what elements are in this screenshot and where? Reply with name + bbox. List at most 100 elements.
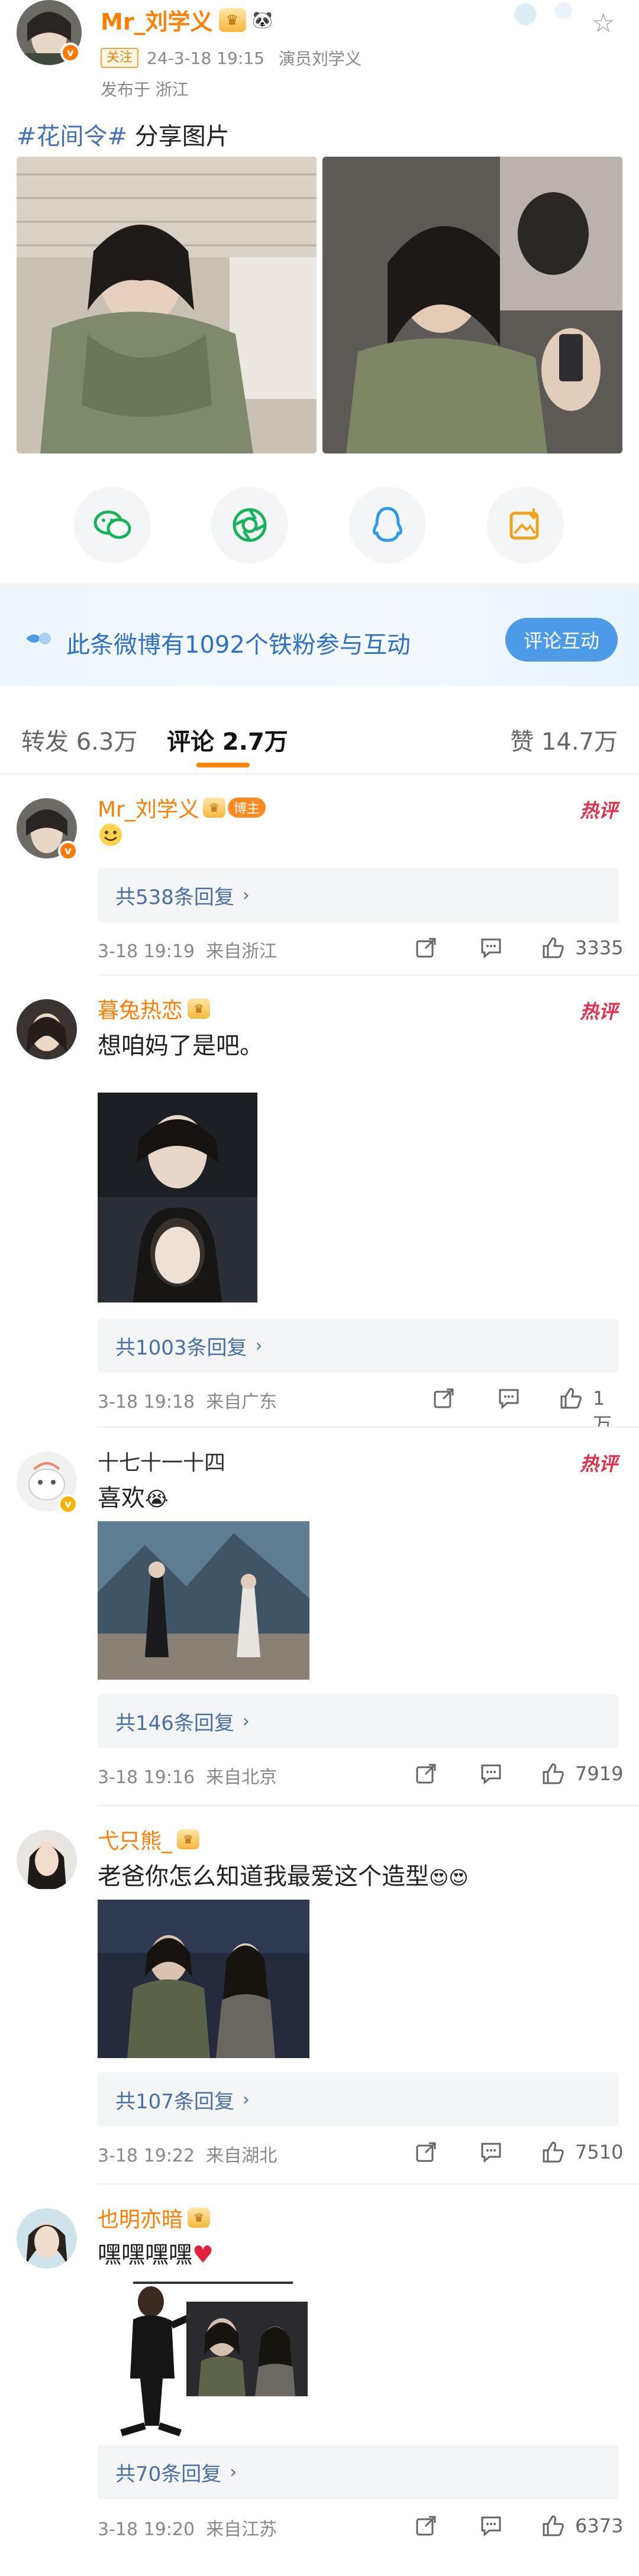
comment-text: 想咱妈了是吧。 — [98, 1032, 263, 1059]
replies-count: 共1003条回复 — [115, 1336, 247, 1360]
share-qq-button[interactable] — [349, 487, 426, 563]
comment-text: 喜欢😭 — [98, 1485, 169, 1512]
comment-footer: 3-18 19:16 来自北京 7919 — [98, 1759, 623, 1788]
view-replies-button[interactable]: 共1003条回复 › — [98, 1318, 618, 1373]
comment-icon[interactable] — [476, 2511, 506, 2541]
like-icon[interactable] — [538, 2137, 568, 2167]
share-icon[interactable] — [411, 2137, 441, 2167]
smile-emoji-icon — [98, 822, 124, 848]
share-moments-button[interactable] — [211, 487, 288, 563]
view-replies-button[interactable]: 共538条回复 › — [98, 868, 618, 922]
comment-icon[interactable] — [494, 1383, 524, 1413]
share-icon[interactable] — [411, 1759, 441, 1788]
commenter-name-text[interactable]: 也明亦暗 — [98, 2202, 183, 2233]
tab-likes[interactable]: 赞 14.7万 — [510, 722, 618, 757]
crown-badge-icon: ♛ — [218, 8, 246, 32]
author-role: 演员刘学义 — [278, 49, 362, 69]
tab-comments[interactable]: 评论 2.7万 — [167, 722, 288, 757]
comment-image[interactable] — [98, 1093, 257, 1302]
favorite-star-icon[interactable]: ☆ — [592, 8, 615, 38]
comment-item: 弋只熊_ ♛ 老爸你怎么知道我最爱这个造型😍😍 共107条回复 › 3-18 1… — [0, 1806, 639, 2185]
author-tag: 博主 — [227, 798, 266, 818]
share-wechat-button[interactable] — [74, 487, 151, 563]
header-decoration — [497, 0, 592, 35]
like-icon[interactable] — [538, 1759, 568, 1788]
commenter-name-text[interactable]: 暮兔热恋 — [98, 993, 183, 1024]
panda-badge-icon: 🐼 — [252, 10, 273, 30]
share-icon[interactable] — [411, 2511, 441, 2541]
like-icon[interactable] — [538, 2511, 568, 2541]
save-image-button[interactable] — [487, 487, 564, 563]
crown-badge-icon: ♛ — [202, 798, 225, 818]
comment-time: 3-18 19:20 来自江苏 — [98, 2519, 277, 2540]
post-card: v Mr_刘学义 ♛ 🐼 ☆ 关注 24-3-18 19:15 演员刘学义 发布… — [0, 0, 639, 591]
comment-time: 3-18 19:19 来自浙江 — [98, 941, 277, 962]
author-line: Mr_刘学义 ♛ 🐼 — [101, 4, 276, 36]
commenter-avatar[interactable] — [17, 999, 77, 1059]
commenter-name[interactable]: 十七十一十四 — [98, 1446, 225, 1476]
like-count: 6373 — [575, 2515, 624, 2537]
author-name[interactable]: Mr_刘学义 — [101, 4, 213, 36]
like-count: 7919 — [575, 1762, 624, 1785]
fan-interaction-banner: 此条微博有1092个铁粉参与互动 评论互动 — [0, 591, 639, 686]
comment-image[interactable] — [98, 2278, 309, 2438]
commenter-name[interactable]: 也明亦暗 ♛ — [98, 2202, 211, 2233]
comment-time: 3-18 19:16 来自北京 — [98, 1767, 277, 1788]
commenter-name-text[interactable]: 十七十一十四 — [98, 1446, 225, 1476]
post-body: #花间令# 分享图片 — [17, 117, 230, 151]
commenter-avatar[interactable] — [17, 2208, 77, 2269]
hot-comment-label: 热评 — [579, 799, 618, 822]
like-icon[interactable] — [538, 933, 568, 963]
post-text: 分享图片 — [134, 123, 230, 150]
chevron-right-icon: › — [242, 2089, 250, 2110]
like-count: 3335 — [575, 937, 624, 959]
replies-count: 共146条回复 — [115, 1711, 234, 1735]
verified-badge-icon: v — [60, 43, 80, 63]
post-photo-2[interactable] — [322, 157, 622, 453]
comment-icon[interactable] — [476, 2137, 506, 2167]
commenter-name[interactable]: 暮兔热恋 ♛ — [98, 993, 211, 1024]
commenter-name[interactable]: 弋只熊_ ♛ — [98, 1824, 200, 1855]
tab-active-indicator — [196, 763, 250, 767]
tab-repost[interactable]: 转发 6.3万 — [21, 722, 137, 757]
crown-badge-icon: ♛ — [177, 1829, 200, 1849]
commenter-name-text[interactable]: 弋只熊_ — [98, 1824, 172, 1855]
comment-item: 暮兔热恋 ♛ 热评 想咱妈了是吧。 共1003条回复 › 3-18 19:18 … — [0, 976, 639, 1436]
chevron-right-icon: › — [242, 884, 250, 906]
moments-icon — [233, 508, 267, 542]
crown-badge-icon: ♛ — [188, 999, 211, 1019]
save-image-icon — [509, 508, 539, 540]
section-gap — [0, 582, 639, 591]
view-replies-button[interactable]: 共70条回复 › — [98, 2445, 618, 2499]
like-icon[interactable] — [556, 1383, 586, 1413]
comment-interact-button[interactable]: 评论互动 — [505, 618, 618, 662]
comment-icon[interactable] — [476, 1759, 506, 1788]
share-icon[interactable] — [411, 933, 441, 963]
view-replies-button[interactable]: 共107条回复 › — [98, 2072, 618, 2127]
commenter-name-text[interactable]: Mr_刘学义 — [98, 792, 199, 823]
share-icon[interactable] — [429, 1383, 459, 1413]
chevron-right-icon: › — [230, 2461, 237, 2483]
like-count: 7510 — [575, 2141, 624, 2163]
post-photo-1[interactable] — [17, 157, 317, 453]
commenter-avatar[interactable] — [17, 1830, 77, 1890]
post-location: 发布于 浙江 — [101, 80, 189, 99]
hot-comment-label: 热评 — [579, 1000, 618, 1023]
view-replies-button[interactable]: 共146条回复 › — [98, 1694, 618, 1748]
commenter-name[interactable]: Mr_刘学义 ♛ 博主 — [98, 792, 266, 823]
comment-time: 3-18 19:22 来自湖北 — [98, 2146, 277, 2166]
follow-tag[interactable]: 关注 — [101, 48, 139, 68]
comment-text: 嘿嘿嘿嘿♥ — [98, 2241, 214, 2269]
crying-emoji-icon: 😭 — [145, 1488, 169, 1511]
comment-icon[interactable] — [476, 933, 506, 963]
wechat-icon — [93, 510, 131, 539]
comment-image[interactable] — [98, 1521, 309, 1680]
verified-badge-icon: v — [58, 1494, 78, 1514]
topic-link[interactable]: #花间令# — [17, 123, 127, 150]
comment-footer: 3-18 19:22 来自湖北 7510 — [98, 2137, 623, 2167]
hot-comment-label: 热评 — [579, 1453, 618, 1475]
post-meta-line: 关注 24-3-18 19:15 演员刘学义 — [101, 46, 362, 70]
comment-image[interactable] — [98, 1900, 309, 2058]
banner-text: 此条微博有1092个铁粉参与互动 — [66, 631, 411, 659]
replies-count: 共70条回复 — [115, 2462, 222, 2486]
